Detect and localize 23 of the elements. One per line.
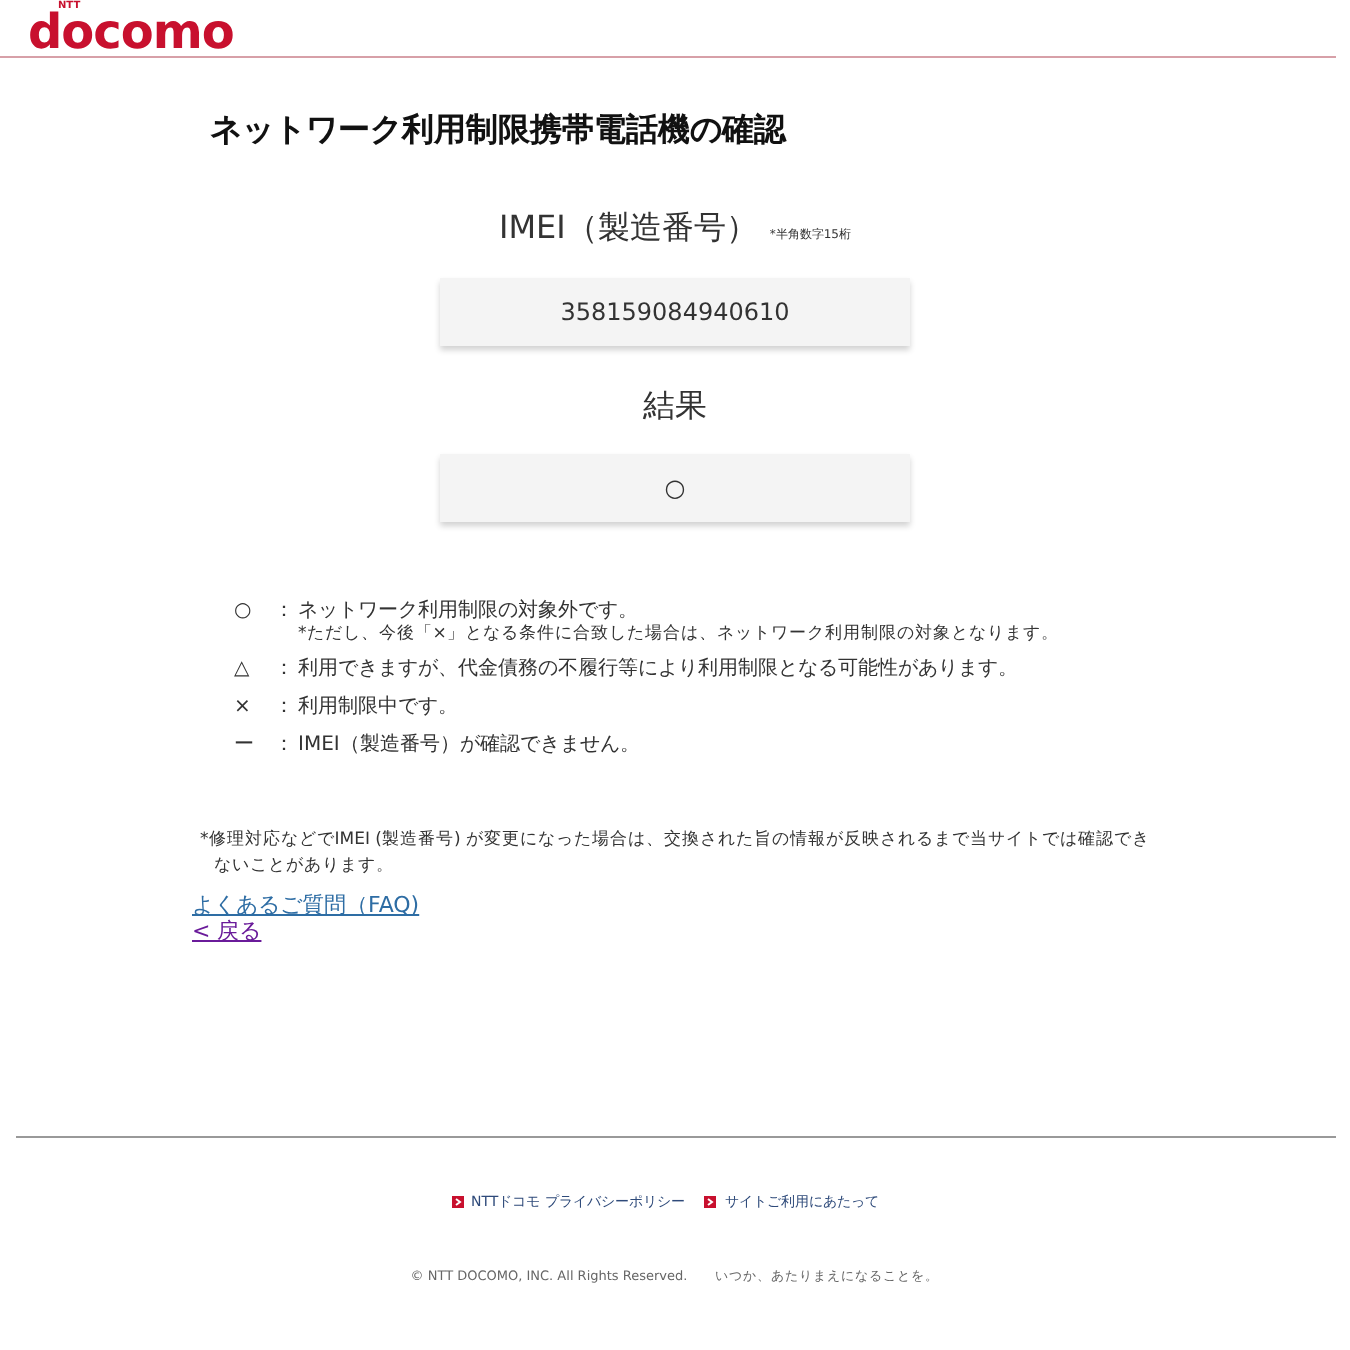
legend-colon: ： [274,732,296,760]
legend-colon: ： [274,694,296,722]
legend-symbol: ○ [234,598,254,626]
legend-text: 利用できますが、代金債務の不履行等により利用制限となる可能性があります。 [298,656,1018,684]
legend-text: IMEI（製造番号）が確認できません。 [298,732,640,760]
result-label: 結果 [643,386,707,428]
legend-symbol: △ [234,656,252,684]
page-title: ネットワーク利用制限携帯電話機の確認 [210,110,789,152]
imei-value: 358159084940610 [440,278,910,346]
legend-colon: ： [274,656,296,684]
legend-note: *ただし、今後「×」となる条件に合致した場合は、ネットワーク利用制限の対象となります。 [298,622,1061,646]
imei-label: IMEI（製造番号） [499,208,758,250]
arrow-icon [451,1196,464,1208]
notice-text: *修理対応などでIMEI (製造番号) が変更になった場合は、交換された旨の情報が反映されるまで当サイトでは確認できないことがあります。 [200,828,1153,880]
legend-symbol: ー [234,732,256,760]
link[interactable]: < 戻る [192,918,262,944]
legend-text: 利用制限中です。 [298,694,458,722]
arrow-icon [704,1196,717,1208]
link[interactable]: よくあるご質問（FAQ) [192,892,420,918]
legend-text: ネットワーク利用制限の対象外です。 [298,598,638,624]
legend-colon: ： [274,598,296,626]
result-value: ○ [440,454,910,522]
legend-symbol: × [234,694,253,722]
